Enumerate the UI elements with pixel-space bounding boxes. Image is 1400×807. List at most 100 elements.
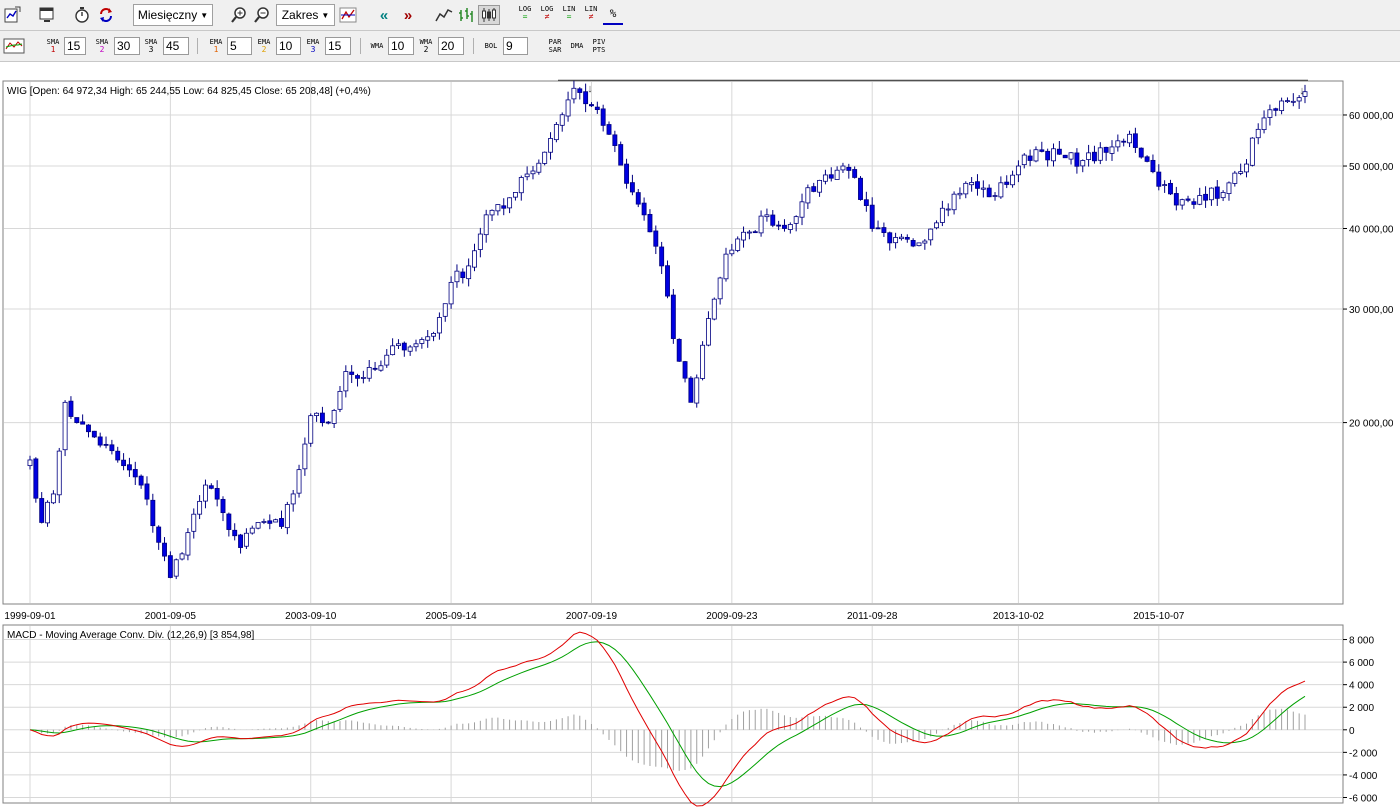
candle-up — [723, 253, 729, 280]
macd-tick-label: 0 — [1349, 726, 1355, 737]
candle-up — [296, 469, 302, 494]
candle-down — [776, 224, 782, 227]
candle-up — [1010, 174, 1016, 186]
candle-down — [583, 91, 589, 105]
candle-up — [261, 521, 267, 523]
candle-up — [1179, 199, 1185, 206]
candle-down — [1156, 171, 1162, 187]
candle-down — [612, 134, 618, 146]
candle-up — [1068, 152, 1074, 160]
candle-down — [904, 236, 910, 240]
candle-down — [1092, 151, 1097, 162]
candle-down — [144, 483, 150, 500]
candle-up — [559, 114, 565, 126]
candle-down — [208, 485, 214, 489]
price-panel[interactable]: ↓ ↓ WIG [Open: 64 972,34 High: 65 244,55 … — [2, 79, 1394, 622]
candle-up — [489, 209, 495, 216]
candle-up — [787, 224, 793, 230]
chart-canvas: ↓ ↓ WIG [Open: 64 972,34 High: 65 244,55 … — [2, 79, 1394, 807]
candle-up — [758, 215, 764, 234]
candle-up — [27, 459, 33, 467]
candle-up — [1267, 109, 1273, 118]
candle-down — [232, 529, 238, 537]
down-arrow-icon: ↓ — [587, 83, 593, 95]
candle-up — [799, 201, 805, 218]
candle-down — [33, 458, 39, 499]
candle-up — [840, 165, 846, 171]
candle-up — [454, 270, 460, 283]
candle-up — [1238, 171, 1244, 174]
date-tick-label: 2003-09-10 — [285, 611, 337, 622]
candle-up — [945, 208, 951, 211]
macd-panel[interactable]: MACD - Moving Average Conv. Div. (12,26,… — [2, 624, 1378, 807]
macd-tick-label: -6 000 — [1349, 793, 1378, 804]
candle-up — [998, 182, 1004, 198]
candle-down — [653, 230, 659, 247]
candle-up — [448, 281, 454, 305]
candle-up — [431, 333, 437, 337]
candle-up — [805, 187, 811, 204]
candle-up — [1249, 137, 1255, 166]
candle-down — [1056, 148, 1062, 155]
date-tick-label: 2005-09-14 — [426, 611, 478, 622]
price-y-axis: 20 000,00 30 000,00 40 000,00 50 000,00 60 0… — [1343, 111, 1394, 430]
candle-up — [1097, 147, 1103, 161]
candle-up — [173, 559, 179, 577]
candle-down — [852, 169, 858, 178]
candle-up — [1226, 182, 1232, 194]
date-tick-label: 2011-09-28 — [847, 611, 898, 622]
candle-up — [992, 195, 998, 197]
candle-up — [507, 197, 513, 209]
candle-up — [928, 228, 934, 241]
candle-up — [477, 233, 483, 250]
candle-down — [858, 177, 863, 200]
candle-down — [1027, 155, 1033, 161]
candle-up — [817, 179, 823, 193]
candle-up — [290, 493, 296, 505]
candle-up — [384, 354, 390, 366]
candle-down — [688, 377, 694, 403]
candle-down — [846, 166, 852, 171]
candle-down — [881, 227, 887, 234]
candle-down — [319, 412, 325, 424]
candle-up — [337, 390, 343, 410]
candle-up — [243, 532, 249, 547]
candle-up — [378, 365, 384, 371]
candle-down — [355, 375, 360, 379]
candle-up — [512, 192, 518, 198]
candle-up — [390, 345, 396, 356]
candle-up — [1220, 192, 1226, 199]
price-tick-label: 60 000,00 — [1349, 111, 1394, 122]
macd-tick-label: 8 000 — [1349, 636, 1374, 647]
price-tick-label: 40 000,00 — [1349, 225, 1394, 236]
candle-up — [939, 207, 945, 223]
candle-up — [834, 169, 840, 180]
candle-down — [1185, 198, 1191, 201]
candle-down — [869, 204, 875, 229]
candle-down — [1144, 156, 1150, 162]
candle-up — [62, 401, 68, 451]
candle-up — [495, 204, 501, 212]
candle-up — [472, 250, 477, 268]
candle-up — [1115, 140, 1121, 148]
candle-up — [1109, 146, 1115, 154]
macd-tick-label: 4 000 — [1349, 681, 1374, 692]
candle-down — [349, 371, 355, 375]
candle-down — [1138, 147, 1144, 158]
candle-down — [910, 240, 916, 247]
candle-up — [764, 214, 770, 218]
candle-up — [466, 265, 472, 280]
candle-down — [1045, 150, 1051, 161]
candle-down — [167, 555, 173, 578]
candle-down — [1273, 108, 1279, 111]
candle-up — [191, 513, 197, 532]
candle-up — [203, 484, 208, 502]
candle-up — [419, 339, 425, 344]
candle-up — [1302, 91, 1308, 97]
candle-down — [641, 202, 647, 216]
candle-down — [618, 144, 624, 166]
candle-up — [729, 249, 735, 255]
macd-title: MACD - Moving Average Conv. Div. (12,26,… — [7, 630, 255, 641]
candle-down — [1150, 159, 1156, 173]
candle-up — [980, 187, 986, 190]
